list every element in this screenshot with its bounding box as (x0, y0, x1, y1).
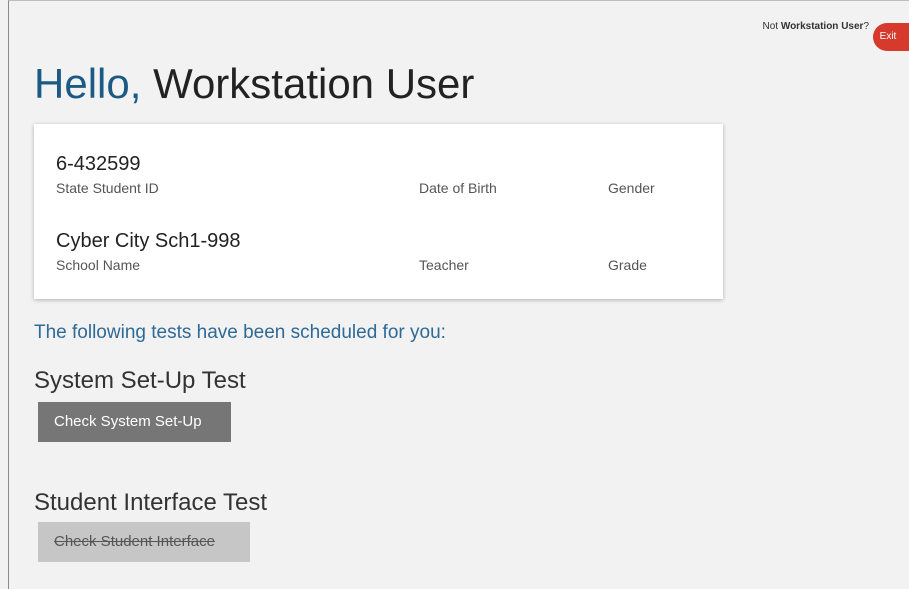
school-name-label: School Name (56, 257, 141, 273)
gender-label: Gender (608, 180, 655, 196)
not-suffix: ? (863, 21, 869, 32)
not-prefix: Not (762, 21, 781, 32)
student-info-card: 6-432599 State Student ID Date of Birth … (34, 124, 723, 299)
current-user-name: Workstation User (780, 21, 864, 32)
page-title: Hello, Workstation User (34, 59, 474, 109)
greeting-hello: Hello, (34, 60, 142, 107)
exit-button[interactable]: Exit (873, 23, 909, 51)
grade-label: Grade (608, 257, 647, 273)
student-id-label: State Student ID (56, 180, 159, 196)
teacher-label: Teacher (419, 257, 469, 273)
greeting-user-name: Workstation User (153, 60, 475, 107)
check-system-setup-button[interactable]: Check System Set-Up (38, 402, 231, 442)
school-name-value: Cyber City Sch1-998 (56, 230, 241, 252)
check-student-interface-button[interactable]: Check Student Interface (38, 522, 250, 562)
page-frame: Not Workstation User? Exit Hello, Workst… (8, 0, 909, 589)
user-switch-text: Not Workstation User? (762, 21, 869, 33)
test-title-student-interface: Student Interface Test (34, 489, 268, 516)
dob-label: Date of Birth (419, 180, 497, 196)
student-id-value: 6-432599 (56, 153, 141, 175)
scheduled-tests-heading: The following tests have been scheduled … (34, 322, 446, 343)
test-title-system-setup: System Set-Up Test (34, 367, 246, 394)
